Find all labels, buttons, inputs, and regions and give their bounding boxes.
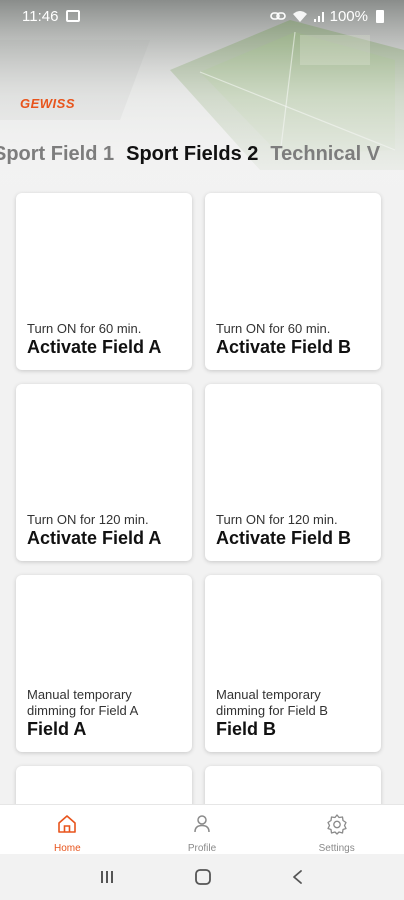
card-title: Activate Field A xyxy=(27,528,162,548)
status-time: 11:46 xyxy=(22,7,59,25)
wifi-icon xyxy=(292,10,307,22)
nav-profile-label: Profile xyxy=(187,843,217,854)
card-title: Field B xyxy=(216,719,277,739)
card-subtitle: Turn ON for 60 min. xyxy=(27,321,142,336)
tab-sport-fields-2[interactable]: Sport Fields 2 xyxy=(126,140,258,168)
status-right: 100% xyxy=(269,7,384,25)
settings-icon xyxy=(327,814,347,835)
home-icon xyxy=(58,815,77,833)
gallery-notification-icon xyxy=(66,10,81,22)
scene-card[interactable]: Manual temporary dimming for Field B Fie… xyxy=(205,575,381,752)
battery-icon xyxy=(376,9,384,23)
scene-card[interactable]: Turn ON for 120 min. Activate Field B xyxy=(205,384,381,561)
nav-profile[interactable]: Profile xyxy=(135,805,270,854)
status-bar: 11:46 100% xyxy=(0,0,404,32)
card-subtitle: Manual temporary dimming for Field A xyxy=(27,687,139,718)
scene-card[interactable]: Turn ON for 60 min. Activate Field B xyxy=(205,193,381,370)
card-subtitle: Manual temporary dimming for Field B xyxy=(216,687,328,718)
nav-settings[interactable]: Settings xyxy=(269,805,404,854)
nav-home-label: Home xyxy=(53,843,81,854)
tab-technical[interactable]: Technical V xyxy=(270,140,380,168)
scene-card[interactable]: Turn ON for 120 min. Activate Field A xyxy=(16,384,192,561)
card-subtitle: Turn ON for 120 min. xyxy=(216,512,338,527)
nav-home[interactable]: Home xyxy=(0,805,135,854)
profile-icon xyxy=(194,815,210,833)
bottom-navigation: Home Profile Settings xyxy=(0,804,404,854)
scene-grid: Turn ON for 60 min. Activate Field A Tur… xyxy=(16,193,382,900)
card-title: Activate Field A xyxy=(27,337,162,357)
back-icon[interactable] xyxy=(291,869,305,885)
card-subtitle: Turn ON for 120 min. xyxy=(27,512,149,527)
card-title: Activate Field B xyxy=(216,337,352,357)
recents-icon[interactable] xyxy=(99,869,115,885)
home-circle-icon[interactable] xyxy=(194,868,212,886)
system-navigation-bar xyxy=(0,854,404,900)
gewiss-logo: GEWISS xyxy=(20,96,76,111)
card-subtitle: Turn ON for 60 min. xyxy=(216,321,331,336)
card-title: Activate Field B xyxy=(216,528,352,548)
scene-card[interactable]: Turn ON for 60 min. Activate Field A xyxy=(16,193,192,370)
tab-sport-field-1[interactable]: Sport Field 1 xyxy=(0,140,114,168)
signal-icon xyxy=(313,12,324,22)
card-title: Field A xyxy=(27,719,87,739)
tab-bar: Sport Field 1 Sport Fields 2 Technical V xyxy=(0,140,404,170)
battery-percent: 100% xyxy=(329,7,368,25)
nav-settings-label: Settings xyxy=(318,843,355,854)
scene-card[interactable]: Manual temporary dimming for Field A Fie… xyxy=(16,575,192,752)
link-icon xyxy=(269,12,286,20)
